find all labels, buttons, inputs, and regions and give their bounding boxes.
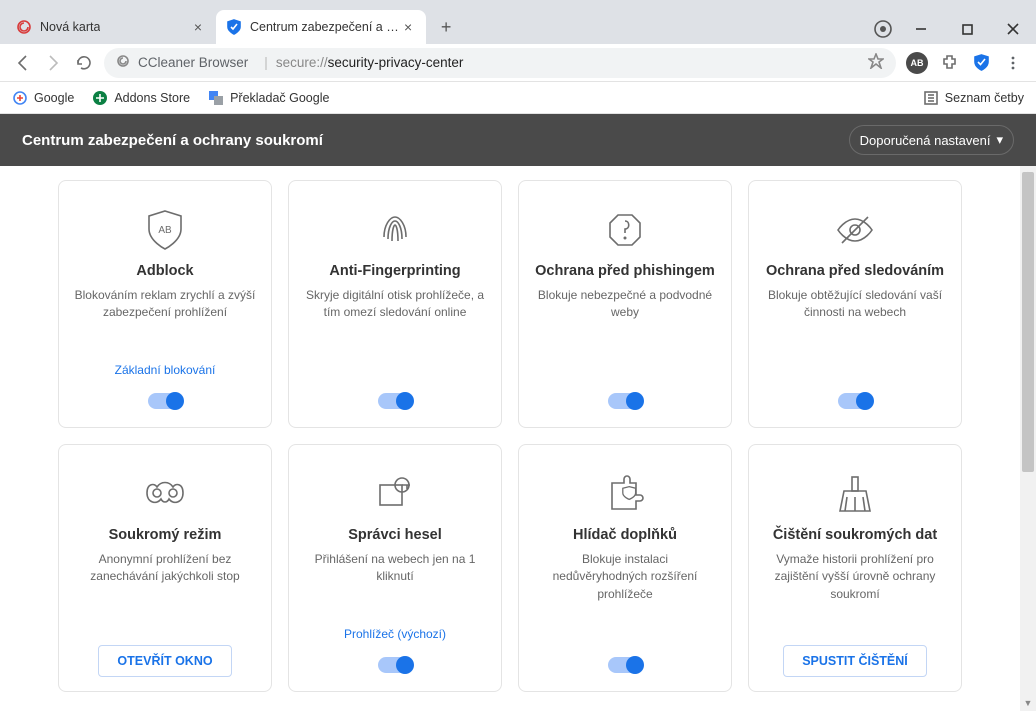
reading-list-icon xyxy=(923,90,939,106)
address-separator: | xyxy=(264,55,268,70)
toggle-switch[interactable] xyxy=(378,393,412,409)
shield-ab-icon: AB xyxy=(142,201,188,259)
card-title: Správci hesel xyxy=(348,527,442,543)
card-anti-fingerprinting[interactable]: Anti-Fingerprinting Skryje digitální oti… xyxy=(288,180,502,428)
card-desc: Přihlášení na webech jen na 1 kliknutí xyxy=(303,551,487,586)
adblock-extension-icon[interactable]: AB xyxy=(906,52,928,74)
card-desc: Blokuje instalaci nedůvěryhodných rozšíř… xyxy=(533,551,717,603)
card-tracking-protection[interactable]: Ochrana před sledováním Blokuje obtěžují… xyxy=(748,180,962,428)
card-desc: Anonymní prohlížení bez zanechávání jaký… xyxy=(73,551,257,586)
broom-icon xyxy=(832,465,878,523)
shield-icon[interactable] xyxy=(966,48,996,78)
toggle-switch[interactable] xyxy=(148,393,182,409)
card-extension-guard[interactable]: Hlídač doplňků Blokuje instalaci nedůvěr… xyxy=(518,444,732,692)
scroll-down-icon[interactable]: ▼ xyxy=(1020,695,1036,711)
browser-brand: CCleaner Browser xyxy=(138,55,248,70)
bookmark-label: Google xyxy=(34,91,74,105)
bookmark-label: Překladač Google xyxy=(230,91,329,105)
card-password-managers[interactable]: Správci hesel Přihlášení na webech jen n… xyxy=(288,444,502,692)
toggle-switch[interactable] xyxy=(608,657,642,673)
toggle-switch[interactable] xyxy=(838,393,872,409)
bookmark-addons[interactable]: Addons Store xyxy=(92,90,190,106)
toggle-switch[interactable] xyxy=(378,657,412,673)
card-title: Soukromý režim xyxy=(109,527,222,543)
chevron-down-icon: ▾ xyxy=(996,132,1003,148)
card-privacy-cleaner[interactable]: Čištění soukromých dat Vymaže historii p… xyxy=(748,444,962,692)
phishing-icon xyxy=(602,201,648,259)
bookmark-google[interactable]: Google xyxy=(12,90,74,106)
translate-icon xyxy=(208,90,224,106)
page-viewport: AB Adblock Blokováním reklam zrychlí a z… xyxy=(0,166,1036,711)
window-titlebar: Nová karta × Centrum zabezpečení a ochra… xyxy=(0,0,1036,44)
addons-icon xyxy=(92,90,108,106)
profile-avatar[interactable] xyxy=(868,14,898,44)
shield-check-icon xyxy=(226,19,242,35)
card-desc: Blokuje obtěžující sledování vaší činnos… xyxy=(763,287,947,322)
minimize-button[interactable] xyxy=(898,14,944,44)
reading-list-label: Seznam četby xyxy=(945,91,1024,105)
card-desc: Skryje digitální otisk prohlížeče, a tím… xyxy=(303,287,487,322)
card-note-link[interactable]: Prohlížeč (výchozí) xyxy=(344,627,446,641)
url-scheme: secure:// xyxy=(276,55,328,70)
close-icon[interactable]: × xyxy=(190,19,206,35)
tab-new[interactable]: Nová karta × xyxy=(6,10,216,44)
card-desc: Blokováním reklam zrychlí a zvýší zabezp… xyxy=(73,287,257,322)
svg-text:AB: AB xyxy=(158,225,172,236)
site-info-icon[interactable] xyxy=(116,54,130,71)
new-tab-button[interactable]: + xyxy=(432,13,460,41)
google-icon xyxy=(12,90,28,106)
card-title: Hlídač doplňků xyxy=(573,527,677,543)
page-title: Centrum zabezpečení a ochrany soukromí xyxy=(22,132,323,149)
settings-label: Doporučená nastavení xyxy=(860,133,991,148)
browser-toolbar: CCleaner Browser | secure://security-pri… xyxy=(0,44,1036,82)
tab-label: Nová karta xyxy=(40,20,100,34)
recommended-settings-dropdown[interactable]: Doporučená nastavení ▾ xyxy=(849,125,1014,155)
card-adblock[interactable]: AB Adblock Blokováním reklam zrychlí a z… xyxy=(58,180,272,428)
card-title: Ochrana před phishingem xyxy=(535,263,715,279)
maximize-button[interactable] xyxy=(944,14,990,44)
card-phishing-protection[interactable]: Ochrana před phishingem Blokuje nebezpeč… xyxy=(518,180,732,428)
tab-label: Centrum zabezpečení a ochrany xyxy=(250,20,400,34)
url-path: security-privacy-center xyxy=(328,55,464,70)
close-window-button[interactable] xyxy=(990,14,1036,44)
eye-slash-icon xyxy=(832,201,878,259)
tab-strip: Nová karta × Centrum zabezpečení a ochra… xyxy=(0,10,868,44)
bookmarks-bar: Google Addons Store Překladač Google Sez… xyxy=(0,82,1036,114)
puzzle-shield-icon xyxy=(602,465,648,523)
extensions-icon[interactable] xyxy=(934,48,964,78)
card-title: Anti-Fingerprinting xyxy=(329,263,460,279)
bookmark-star-icon[interactable] xyxy=(868,53,884,72)
card-title: Čištění soukromých dat xyxy=(773,527,937,543)
card-note-link[interactable]: Základní blokování xyxy=(115,363,216,377)
menu-icon[interactable] xyxy=(998,48,1028,78)
toggle-switch[interactable] xyxy=(608,393,642,409)
password-key-icon xyxy=(372,465,418,523)
tab-security-center[interactable]: Centrum zabezpečení a ochrany × xyxy=(216,10,426,44)
run-cleaning-button[interactable]: SPUSTIT ČIŠTĚNÍ xyxy=(783,645,927,677)
close-icon[interactable]: × xyxy=(400,19,416,35)
card-desc: Vymaže historii prohlížení pro zajištění… xyxy=(763,551,947,603)
mask-icon xyxy=(141,465,189,523)
reading-list[interactable]: Seznam četby xyxy=(923,90,1024,106)
back-button[interactable] xyxy=(8,48,38,78)
card-desc: Blokuje nebezpečné a podvodné weby xyxy=(533,287,717,322)
content-scroll: AB Adblock Blokováním reklam zrychlí a z… xyxy=(0,166,1020,711)
reload-button[interactable] xyxy=(68,48,98,78)
ccleaner-icon xyxy=(16,19,32,35)
scrollbar-thumb[interactable] xyxy=(1022,172,1034,472)
window-controls xyxy=(898,14,1036,44)
feature-grid: AB Adblock Blokováním reklam zrychlí a z… xyxy=(0,166,1020,711)
address-bar[interactable]: CCleaner Browser | secure://security-pri… xyxy=(104,48,896,78)
card-title: Ochrana před sledováním xyxy=(766,263,944,279)
forward-button[interactable] xyxy=(38,48,68,78)
fingerprint-icon xyxy=(372,201,418,259)
bookmark-translator[interactable]: Překladač Google xyxy=(208,90,329,106)
bookmark-label: Addons Store xyxy=(114,91,190,105)
vertical-scrollbar[interactable]: ▲ ▼ xyxy=(1020,166,1036,711)
page-header: Centrum zabezpečení a ochrany soukromí D… xyxy=(0,114,1036,166)
card-title: Adblock xyxy=(136,263,193,279)
card-private-mode[interactable]: Soukromý režim Anonymní prohlížení bez z… xyxy=(58,444,272,692)
open-window-button[interactable]: OTEVŘÍT OKNO xyxy=(98,645,231,677)
